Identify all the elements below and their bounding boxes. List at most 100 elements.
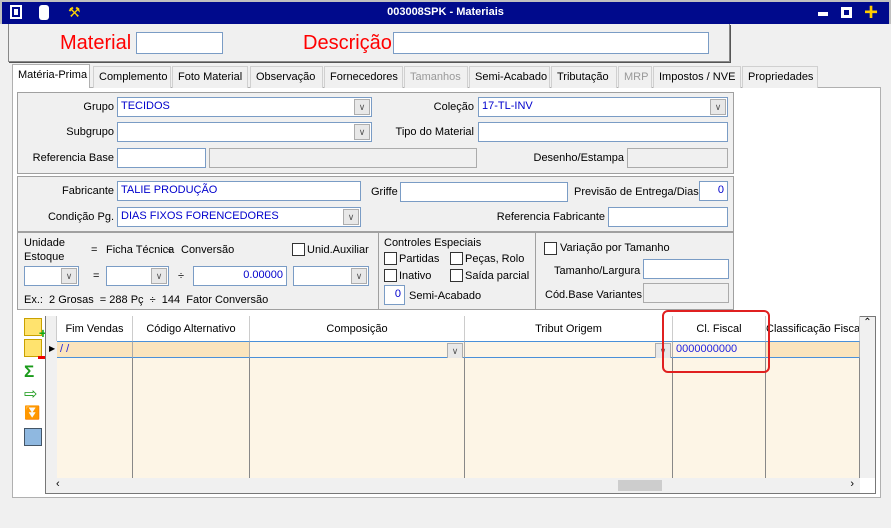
unid-auxiliar-select[interactable]: ∨ [293, 266, 369, 286]
ref-base-description [209, 148, 477, 168]
column-header-tribut-origem[interactable]: Tribut Origem [465, 316, 673, 341]
variacao-label: Variação por Tamanho [560, 242, 670, 254]
tamanho-input[interactable] [643, 259, 729, 279]
column-header-composicao[interactable]: Composição [250, 316, 465, 341]
controles-title: Controles Especiais [384, 237, 482, 249]
tab-semi-acabado[interactable]: Semi-Acabado [469, 66, 550, 88]
desenho-label: Desenho/Estampa [533, 152, 625, 164]
grid-empty-area [766, 358, 860, 478]
tab-foto-material[interactable]: Foto Material [172, 66, 248, 88]
ficha-tecnica-select[interactable]: ∨ [106, 266, 169, 286]
partidas-label: Partidas [399, 253, 440, 265]
chevron-down-icon[interactable]: ∨ [354, 124, 370, 140]
chevron-down-icon[interactable]: ∨ [351, 268, 367, 284]
desenho-input [627, 148, 728, 168]
cell-fim-vendas[interactable]: / / [57, 341, 133, 358]
colecao-select[interactable]: 17-TL-INV ∨ [478, 97, 728, 117]
unid-auxiliar-label: Unid.Auxiliar [307, 244, 369, 256]
row-indicator-column [46, 358, 57, 478]
subgrupo-select[interactable]: ∨ [117, 122, 372, 142]
condicao-select[interactable]: DIAS FIXOS FORENCEDORES ∨ [117, 207, 361, 227]
ref-base-input[interactable] [117, 148, 206, 168]
inativo-label: Inativo [399, 270, 432, 282]
saida-label: Saída parcial [465, 270, 530, 282]
cod-base-label: Cód.Base Variantes [545, 289, 643, 301]
chevron-down-icon[interactable]: ∨ [151, 268, 167, 284]
pecas-label: Peças, Rolo [465, 253, 525, 265]
conversao-input[interactable]: 0.00000 [193, 266, 287, 286]
tab-impostos-nve[interactable]: Impostos / NVE [653, 66, 741, 88]
grupo-value: TECIDOS [121, 100, 170, 112]
previsao-input[interactable]: 0 [699, 181, 728, 201]
column-header-classificacao-fiscal[interactable]: Classificação Fiscal [766, 316, 860, 341]
close-button[interactable]: + [864, 0, 878, 27]
tab-propriedades[interactable]: Propriedades [742, 66, 818, 88]
sum-icon[interactable]: Σ [24, 362, 42, 381]
ref-fabricante-input[interactable] [608, 207, 728, 227]
tab-fornecedores[interactable]: Fornecedores [324, 66, 403, 88]
material-input[interactable] [136, 32, 223, 54]
griffe-input[interactable] [400, 182, 568, 202]
cell-tribut-origem[interactable]: ∨ [465, 341, 673, 359]
estoque-label: Estoque [24, 251, 65, 263]
horizontal-scrollbar[interactable]: ‹ › [46, 478, 860, 493]
tipo-input[interactable] [478, 122, 728, 142]
tipo-label: Tipo do Material [395, 126, 474, 138]
variacao-checkbox[interactable] [544, 242, 557, 255]
ref-base-label: Referencia Base [32, 152, 114, 164]
semi-acabado-label: Semi-Acabado [409, 290, 482, 302]
tab-tributacao[interactable]: Tributação [551, 66, 617, 88]
unidade-estoque-select[interactable]: ∨ [24, 266, 79, 286]
delete-row-icon[interactable] [24, 339, 46, 359]
chevron-down-icon[interactable]: ∨ [354, 99, 370, 115]
tab-tamanhos: Tamanhos [404, 66, 468, 88]
tab-materia-prima[interactable]: Matéria-Prima [12, 64, 90, 88]
cell-composicao[interactable]: ∨ [250, 341, 465, 359]
tab-complemento[interactable]: Complemento [93, 66, 171, 88]
column-header-codigo-alternativo[interactable]: Código Alternativo [133, 316, 250, 341]
descricao-input[interactable] [393, 32, 709, 54]
pecas-checkbox[interactable] [450, 252, 463, 265]
move-last-icon[interactable]: ⏬ [24, 405, 42, 423]
saida-checkbox[interactable] [450, 269, 463, 282]
chevron-down-icon[interactable]: ∨ [447, 343, 463, 359]
export-icon[interactable]: ⇨ [24, 384, 42, 403]
highlight-box [662, 310, 770, 373]
chevron-down-icon[interactable]: ∨ [710, 99, 726, 115]
unid-auxiliar-checkbox[interactable] [292, 243, 305, 256]
grid-empty-area [250, 358, 465, 478]
equals-label: = [91, 244, 98, 256]
chevron-down-icon[interactable]: ∨ [61, 268, 77, 284]
add-row-icon[interactable]: + [24, 318, 47, 341]
scroll-up-icon[interactable]: ⌃ [863, 317, 871, 328]
tab-observacao[interactable]: Observação [250, 66, 323, 88]
grid-empty-area [465, 358, 673, 478]
grid-empty-area [673, 358, 766, 478]
chevron-down-icon[interactable]: ∨ [343, 209, 359, 225]
semi-acabado-input[interactable]: 0 [384, 285, 405, 305]
scroll-thumb[interactable] [618, 480, 662, 491]
tamanho-label: Tamanho/Largura [554, 265, 641, 277]
minimize-button[interactable] [818, 12, 828, 16]
image-icon[interactable] [24, 428, 42, 446]
subgrupo-label: Subgrupo [66, 126, 114, 138]
maximize-button[interactable] [841, 7, 852, 18]
cell-classificacao-fiscal[interactable] [766, 341, 860, 358]
vertical-scrollbar[interactable]: ⌃ [860, 317, 875, 478]
title-bar: ⚒ 003008SPK - Materiais + [0, 0, 891, 27]
griffe-label: Griffe [371, 186, 398, 198]
colecao-label: Coleção [433, 101, 474, 113]
divide-label-2: ÷ [178, 270, 185, 282]
window-title: 003008SPK - Materiais [387, 6, 504, 18]
partidas-checkbox[interactable] [384, 252, 397, 265]
fabricante-input[interactable]: TALIE PRODUÇÃO [117, 181, 361, 201]
grupo-select[interactable]: TECIDOS ∨ [117, 97, 372, 117]
column-header-fim-vendas[interactable]: Fim Vendas [57, 316, 133, 341]
grupo-label: Grupo [83, 101, 114, 113]
tab-mrp: MRP [618, 66, 652, 88]
scroll-right-icon[interactable]: › [850, 478, 854, 490]
scroll-left-icon[interactable]: ‹ [56, 478, 60, 490]
equals-label-2: = [93, 270, 100, 282]
inativo-checkbox[interactable] [384, 269, 397, 282]
cell-codigo-alternativo[interactable] [133, 341, 250, 358]
